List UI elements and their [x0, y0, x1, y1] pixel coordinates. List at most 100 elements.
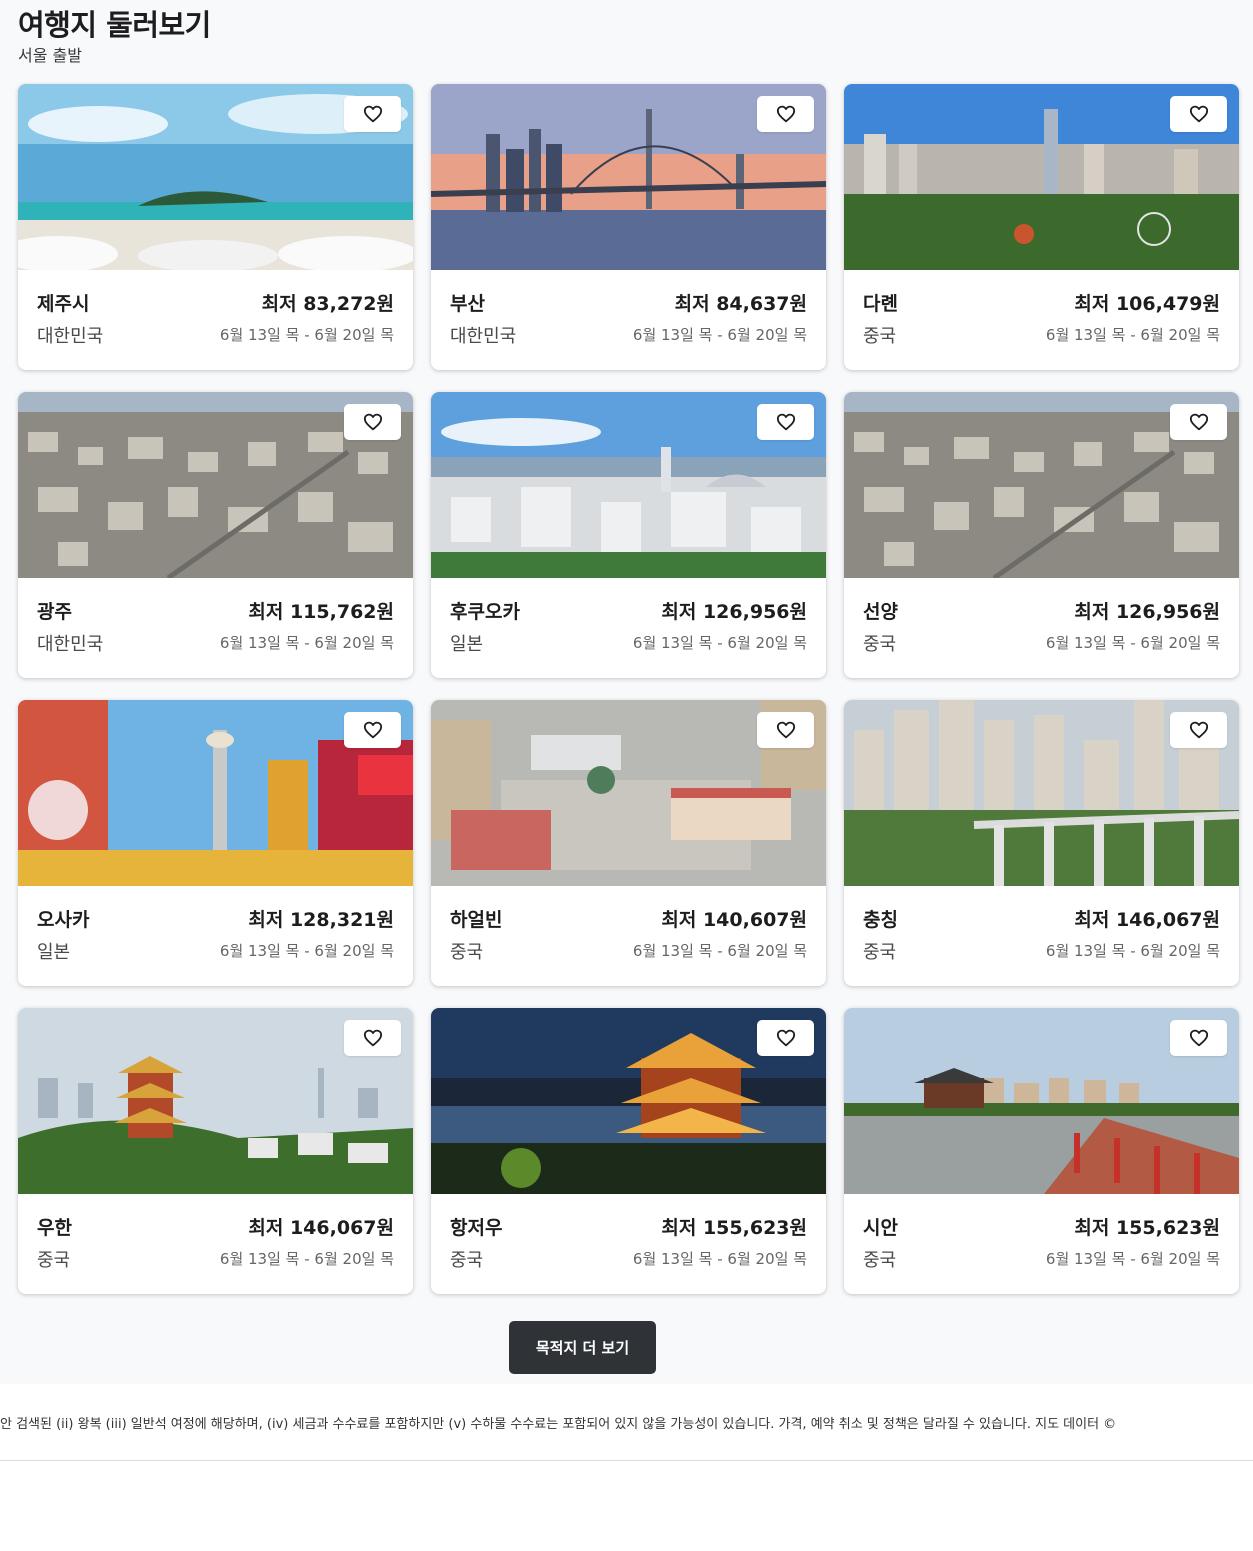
destination-price: 최저 126,956원	[1074, 601, 1220, 623]
destination-info: 항저우 최저 155,623원 중국 6월 13일 목 - 6월 20일 목	[431, 1194, 826, 1294]
destination-info: 광주 최저 115,762원 대한민국 6월 13일 목 - 6월 20일 목	[18, 578, 413, 678]
heart-outline-icon	[1189, 1029, 1209, 1047]
travel-dates: 6월 13일 목 - 6월 20일 목	[1045, 634, 1220, 652]
travel-dates: 6월 13일 목 - 6월 20일 목	[1045, 326, 1220, 344]
destination-card[interactable]: 다롄 최저 106,479원 중국 6월 13일 목 - 6월 20일 목	[844, 84, 1239, 370]
travel-dates: 6월 13일 목 - 6월 20일 목	[219, 634, 394, 652]
destination-photo[interactable]	[18, 392, 413, 578]
favorite-button[interactable]	[1170, 404, 1227, 440]
destination-country: 일본	[37, 942, 71, 963]
explore-section: 여행지 둘러보기 서울 출발 제주시 최저 83,272원 대한민국 6월 13…	[0, 0, 1253, 1384]
destination-info: 시안 최저 155,623원 중국 6월 13일 목 - 6월 20일 목	[844, 1194, 1239, 1294]
destination-card[interactable]: 충칭 최저 146,067원 중국 6월 13일 목 - 6월 20일 목	[844, 700, 1239, 986]
destination-card[interactable]: 선양 최저 126,956원 중국 6월 13일 목 - 6월 20일 목	[844, 392, 1239, 678]
favorite-button[interactable]	[1170, 1020, 1227, 1056]
price-disclaimer: 안 검색된 (ii) 왕복 (iii) 일반석 여정에 해당하며, (iv) 세…	[0, 1417, 1117, 1432]
more-destinations-button[interactable]: 목적지 더 보기	[509, 1321, 656, 1374]
favorite-button[interactable]	[344, 96, 401, 132]
destination-city: 후쿠오카	[450, 601, 520, 623]
destination-country: 중국	[863, 634, 897, 655]
destination-city: 제주시	[37, 293, 90, 315]
destination-photo[interactable]	[431, 84, 826, 270]
destination-country: 대한민국	[37, 634, 104, 655]
destination-city: 선양	[863, 601, 898, 623]
travel-dates: 6월 13일 목 - 6월 20일 목	[1045, 1250, 1220, 1268]
heart-outline-icon	[776, 1029, 796, 1047]
heart-outline-icon	[1189, 413, 1209, 431]
favorite-button[interactable]	[344, 1020, 401, 1056]
origin-subtitle: 서울 출발	[18, 46, 82, 65]
travel-dates: 6월 13일 목 - 6월 20일 목	[632, 942, 807, 960]
favorite-button[interactable]	[1170, 712, 1227, 748]
destination-price: 최저 84,637원	[674, 293, 807, 315]
destination-info: 충칭 최저 146,067원 중국 6월 13일 목 - 6월 20일 목	[844, 886, 1239, 986]
travel-dates: 6월 13일 목 - 6월 20일 목	[219, 942, 394, 960]
favorite-button[interactable]	[1170, 96, 1227, 132]
destination-price: 최저 140,607원	[661, 909, 807, 931]
destination-card[interactable]: 광주 최저 115,762원 대한민국 6월 13일 목 - 6월 20일 목	[18, 392, 413, 678]
heart-outline-icon	[363, 721, 383, 739]
destination-card[interactable]: 항저우 최저 155,623원 중국 6월 13일 목 - 6월 20일 목	[431, 1008, 826, 1294]
heart-outline-icon	[1189, 105, 1209, 123]
destination-city: 우한	[37, 1217, 72, 1239]
travel-dates: 6월 13일 목 - 6월 20일 목	[219, 326, 394, 344]
travel-dates: 6월 13일 목 - 6월 20일 목	[1045, 942, 1220, 960]
destination-price: 최저 155,623원	[661, 1217, 807, 1239]
destination-country: 중국	[450, 942, 484, 963]
favorite-button[interactable]	[344, 404, 401, 440]
destination-photo[interactable]	[18, 700, 413, 886]
travel-dates: 6월 13일 목 - 6월 20일 목	[632, 634, 807, 652]
destination-card[interactable]: 오사카 최저 128,321원 일본 6월 13일 목 - 6월 20일 목	[18, 700, 413, 986]
destination-info: 선양 최저 126,956원 중국 6월 13일 목 - 6월 20일 목	[844, 578, 1239, 678]
heart-outline-icon	[776, 105, 796, 123]
destination-price: 최저 155,623원	[1074, 1217, 1220, 1239]
destination-info: 후쿠오카 최저 126,956원 일본 6월 13일 목 - 6월 20일 목	[431, 578, 826, 678]
destination-info: 부산 최저 84,637원 대한민국 6월 13일 목 - 6월 20일 목	[431, 270, 826, 370]
destination-city: 오사카	[37, 909, 90, 931]
destination-info: 우한 최저 146,067원 중국 6월 13일 목 - 6월 20일 목	[18, 1194, 413, 1294]
destination-photo[interactable]	[844, 84, 1239, 270]
destination-photo[interactable]	[844, 700, 1239, 886]
destination-country: 중국	[863, 326, 897, 347]
destination-card[interactable]: 부산 최저 84,637원 대한민국 6월 13일 목 - 6월 20일 목	[431, 84, 826, 370]
favorite-button[interactable]	[757, 712, 814, 748]
destination-info: 제주시 최저 83,272원 대한민국 6월 13일 목 - 6월 20일 목	[18, 270, 413, 370]
travel-dates: 6월 13일 목 - 6월 20일 목	[219, 1250, 394, 1268]
favorite-button[interactable]	[757, 1020, 814, 1056]
heart-outline-icon	[363, 105, 383, 123]
destination-card[interactable]: 우한 최저 146,067원 중국 6월 13일 목 - 6월 20일 목	[18, 1008, 413, 1294]
destination-price: 최저 115,762원	[248, 601, 394, 623]
heart-outline-icon	[1189, 721, 1209, 739]
favorite-button[interactable]	[757, 404, 814, 440]
destination-price: 최저 83,272원	[261, 293, 394, 315]
destination-city: 부산	[450, 293, 485, 315]
destination-photo[interactable]	[431, 1008, 826, 1194]
destination-card[interactable]: 하얼빈 최저 140,607원 중국 6월 13일 목 - 6월 20일 목	[431, 700, 826, 986]
destination-price: 최저 146,067원	[248, 1217, 394, 1239]
destination-photo[interactable]	[844, 392, 1239, 578]
favorite-button[interactable]	[757, 96, 814, 132]
footer-divider	[0, 1460, 1253, 1461]
destination-price: 최저 128,321원	[248, 909, 394, 931]
destination-photo[interactable]	[18, 1008, 413, 1194]
destination-country: 중국	[450, 1250, 484, 1271]
destination-photo[interactable]	[431, 392, 826, 578]
destination-price: 최저 146,067원	[1074, 909, 1220, 931]
destination-photo[interactable]	[844, 1008, 1239, 1194]
heart-outline-icon	[776, 721, 796, 739]
destination-price: 최저 106,479원	[1074, 293, 1220, 315]
destination-card[interactable]: 후쿠오카 최저 126,956원 일본 6월 13일 목 - 6월 20일 목	[431, 392, 826, 678]
destination-photo[interactable]	[431, 700, 826, 886]
destination-city: 시안	[863, 1217, 898, 1239]
destination-country: 중국	[37, 1250, 71, 1271]
destination-city: 광주	[37, 601, 72, 623]
destination-country: 대한민국	[37, 326, 104, 347]
destination-photo[interactable]	[18, 84, 413, 270]
destination-card[interactable]: 제주시 최저 83,272원 대한민국 6월 13일 목 - 6월 20일 목	[18, 84, 413, 370]
heart-outline-icon	[776, 413, 796, 431]
destination-card[interactable]: 시안 최저 155,623원 중국 6월 13일 목 - 6월 20일 목	[844, 1008, 1239, 1294]
favorite-button[interactable]	[344, 712, 401, 748]
destination-city: 다롄	[863, 293, 898, 315]
destination-info: 하얼빈 최저 140,607원 중국 6월 13일 목 - 6월 20일 목	[431, 886, 826, 986]
destination-city: 하얼빈	[450, 909, 503, 931]
